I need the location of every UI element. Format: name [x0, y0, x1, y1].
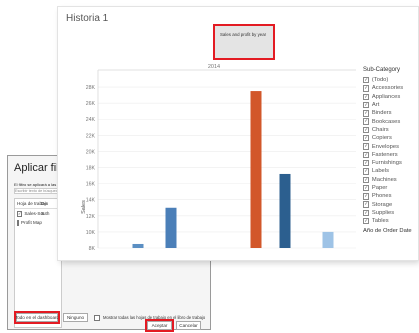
- gridlines: [98, 86, 356, 249]
- column-header: 2014: [208, 64, 220, 70]
- sub-category-filter: Sub-Category ✓ (Todo) ✓ Accessories ✓ Applian…: [363, 67, 419, 234]
- filter-item[interactable]: ✓ (Todo): [363, 76, 419, 84]
- filter-item-label: Fasteners: [371, 151, 398, 158]
- checkbox-checked-icon[interactable]: ✓: [363, 193, 370, 200]
- checkbox-checked-icon[interactable]: ✓: [363, 201, 370, 208]
- checkbox-checked-icon[interactable]: ✓: [363, 143, 370, 150]
- checkbox-unchecked-icon[interactable]: [94, 314, 100, 321]
- checkbox-checked-icon[interactable]: ✓: [363, 101, 370, 109]
- worksheet-source: S: [41, 211, 45, 216]
- filter-title: Sub-Category: [363, 67, 401, 73]
- checkbox-checked-icon[interactable]: ✓: [363, 76, 370, 84]
- filter-footer-label: Año de Order Date: [363, 228, 412, 235]
- filter-item[interactable]: ✓ Paper: [363, 184, 419, 192]
- y-tick-label: 24K: [86, 117, 96, 123]
- y-tick-label: 20K: [86, 149, 96, 155]
- worksheet-row[interactable]: Profit Map: [15, 218, 61, 227]
- checkbox-checked-icon[interactable]: ✓: [363, 184, 370, 192]
- filter-item-label: Furnishings: [371, 160, 402, 167]
- filter-item-label: Machines: [371, 176, 397, 183]
- bar-mark[interactable]: [250, 91, 262, 248]
- filter-item[interactable]: ✓ Art: [363, 101, 419, 109]
- filter-item[interactable]: ✓ Storage: [363, 200, 419, 208]
- y-tick-label: 8K: [89, 246, 96, 252]
- worksheet-list: Hoja de trabajo De ✓ Sales-South S Profi…: [14, 198, 62, 328]
- checkbox-checked-icon[interactable]: ✓: [17, 210, 23, 217]
- y-axis-ticks: 8K 10K 12K 14K 16K 18K 20K 22K 24K 26K 28K: [86, 85, 96, 252]
- filter-item-label: Art: [371, 102, 380, 109]
- y-tick-label: 12K: [86, 214, 96, 220]
- y-axis-label: Sales: [81, 200, 87, 214]
- filter-item-label: Copiers: [371, 135, 392, 142]
- checkbox-checked-icon[interactable]: ✓: [363, 176, 370, 183]
- filter-item[interactable]: ✓ Tables: [363, 217, 419, 225]
- filter-item[interactable]: ✓ Binders: [363, 109, 419, 117]
- filter-item-label: Envelopes: [371, 143, 399, 150]
- bar-mark[interactable]: [132, 243, 144, 248]
- worksheet-name: Profit Map: [21, 220, 42, 225]
- checkbox-unchecked-icon[interactable]: [17, 219, 19, 226]
- filter-item-label: Chairs: [371, 126, 389, 133]
- y-tick-label: 10K: [86, 230, 96, 236]
- filter-item[interactable]: ✓ Phones: [363, 192, 419, 200]
- filter-item-label: Labels: [371, 168, 389, 175]
- filter-item-label: Paper: [371, 185, 388, 191]
- checkbox-checked-icon[interactable]: ✓: [363, 218, 370, 225]
- y-tick-label: 16K: [86, 182, 96, 188]
- filter-item-label: Accessories: [371, 85, 404, 92]
- filter-item[interactable]: ✓ Fasteners: [363, 151, 419, 159]
- filter-items: ✓ (Todo) ✓ Accessories ✓ Appliances ✓ Art ✓ Binde…: [363, 76, 419, 225]
- filter-item[interactable]: ✓ Appliances: [363, 93, 419, 101]
- checkbox-checked-icon[interactable]: ✓: [363, 110, 370, 117]
- worksheet-name: Sales-South: [24, 211, 50, 216]
- checkbox-checked-icon[interactable]: ✓: [363, 168, 370, 175]
- y-tick-label: 18K: [86, 166, 96, 172]
- y-tick-label: 22K: [86, 133, 96, 139]
- sales-bar-chart: 8K 10K 12K 14K 16K 18K 20K 22K 24K 26K 28K 2014 Sa…: [81, 64, 356, 252]
- filter-item-label: Supplies: [371, 209, 395, 216]
- checkbox-checked-icon[interactable]: ✓: [363, 126, 370, 134]
- worksheet-row[interactable]: ✓ Sales-South S: [15, 209, 61, 218]
- filter-item[interactable]: ✓ Chairs: [363, 126, 419, 134]
- search-input[interactable]: Escribir texto de búsqueda: [14, 188, 62, 194]
- filter-item-label: Bookcases: [371, 118, 401, 125]
- filter-item-label: Phones: [371, 193, 392, 200]
- y-tick-label: 28K: [86, 85, 96, 91]
- all-in-dashboard-button[interactable]: Todo en el dashboard: [14, 311, 60, 324]
- filter-item-label: (Todo): [371, 77, 389, 84]
- bars: [132, 91, 334, 248]
- y-tick-label: 14K: [86, 198, 96, 204]
- show-all-sheets-label: Mostrar todas las hojas de trabajo en el…: [103, 315, 206, 320]
- story-worksheet: Historia 1 Sales and profit by year 8K 10…: [58, 7, 418, 260]
- checkbox-checked-icon[interactable]: ✓: [363, 151, 370, 159]
- bar-mark[interactable]: [279, 173, 291, 248]
- column-header-source: De: [41, 201, 47, 206]
- checkbox-checked-icon[interactable]: ✓: [363, 93, 370, 100]
- filter-item-label: Binders: [371, 110, 392, 117]
- column-header-worksheet: Hoja de trabajo: [17, 201, 49, 206]
- worksheet-list-header: Hoja de trabajo De: [15, 199, 61, 209]
- checkbox-checked-icon[interactable]: ✓: [363, 118, 370, 125]
- filter-item[interactable]: ✓ Accessories: [363, 84, 419, 92]
- checkbox-checked-icon[interactable]: ✓: [363, 135, 370, 142]
- filter-item-label: Appliances: [371, 93, 401, 100]
- accept-button[interactable]: Aceptar: [145, 319, 174, 332]
- checkbox-checked-icon[interactable]: ✓: [363, 85, 370, 92]
- filter-item[interactable]: ✓ Bookcases: [363, 117, 419, 125]
- filter-item[interactable]: ✓ Furnishings: [363, 159, 419, 167]
- filter-item-label: Tables: [371, 218, 389, 225]
- checkbox-checked-icon[interactable]: ✓: [363, 159, 370, 167]
- filter-item[interactable]: ✓ Labels: [363, 167, 419, 175]
- cancel-button[interactable]: Cancelar: [176, 321, 201, 330]
- y-tick-label: 26K: [86, 101, 96, 107]
- filter-item-label: Storage: [371, 201, 393, 208]
- none-button[interactable]: Ninguno: [63, 313, 88, 322]
- filter-item[interactable]: ✓ Envelopes: [363, 142, 419, 150]
- bar-mark[interactable]: [322, 231, 334, 248]
- filter-item[interactable]: ✓ Machines: [363, 176, 419, 184]
- filter-item[interactable]: ✓ Copiers: [363, 134, 419, 142]
- filter-item[interactable]: ✓ Supplies: [363, 209, 419, 217]
- bar-mark[interactable]: [165, 207, 177, 248]
- checkbox-checked-icon[interactable]: ✓: [363, 209, 370, 217]
